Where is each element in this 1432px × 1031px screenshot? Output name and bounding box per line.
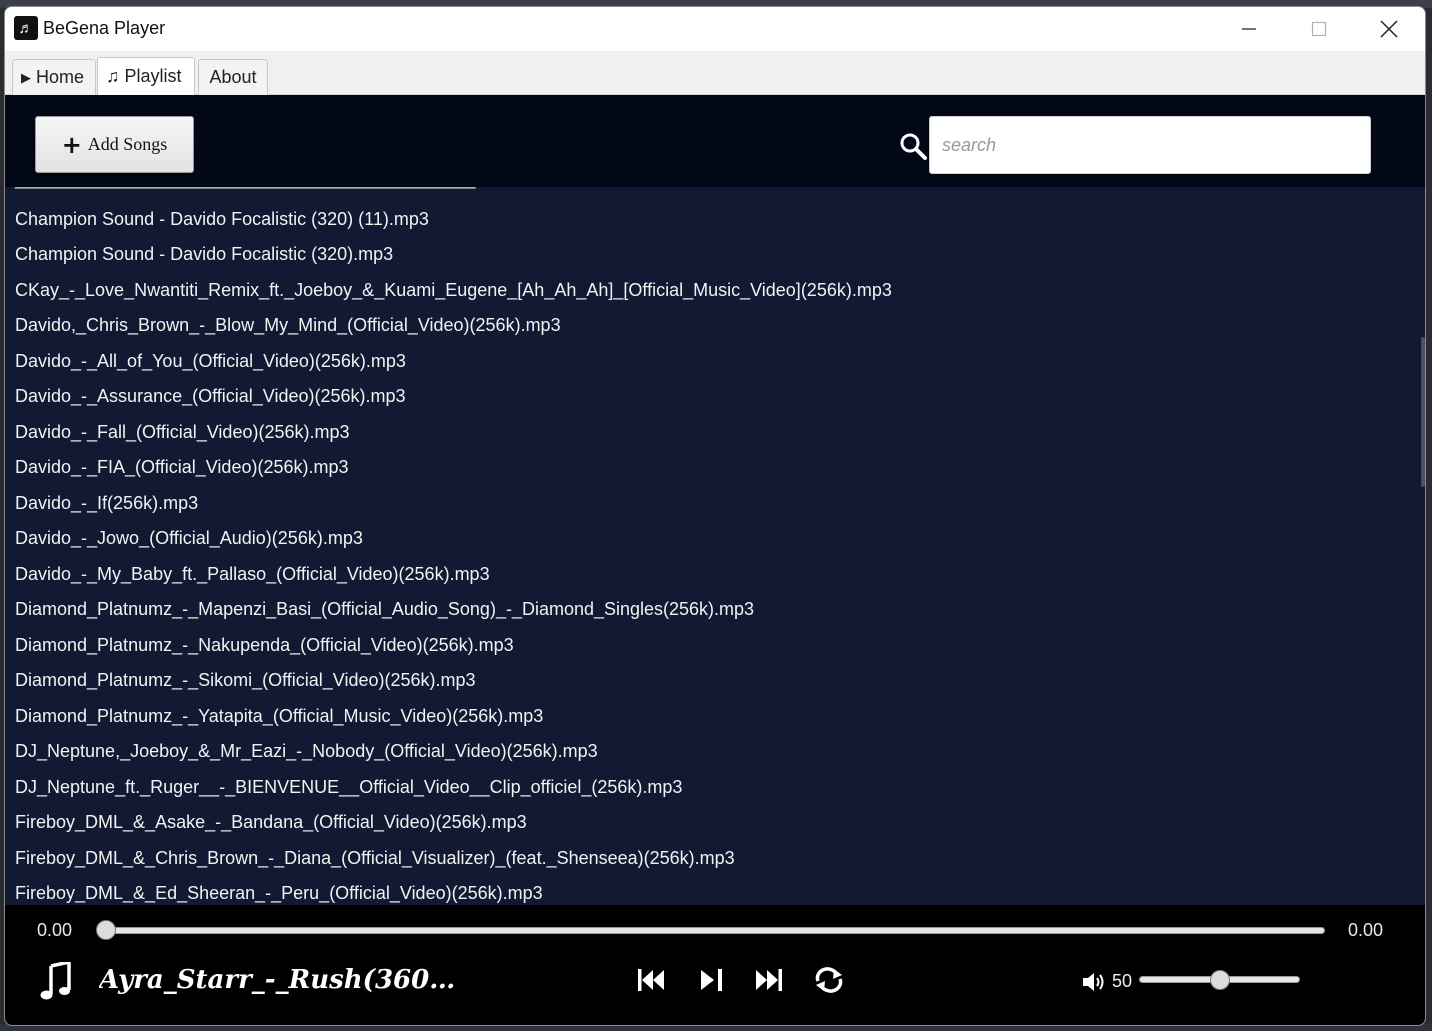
now-playing-title: Ayra_Starr_-_Rush(360p)_... — [99, 965, 469, 995]
playlist-toolbar: + Add Songs — [5, 95, 1425, 187]
list-item[interactable]: Davido_-_My_Baby_ft._Pallaso_(Official_V… — [15, 559, 490, 589]
list-item[interactable]: DJ_Neptune_ft._Ruger__-_BIENVENUE__Offic… — [15, 772, 682, 802]
add-songs-button[interactable]: + Add Songs — [35, 116, 194, 173]
next-track-button[interactable] — [753, 965, 785, 995]
volume-slider-handle[interactable] — [1209, 970, 1230, 990]
list-item[interactable]: Davido_-_If(256k).mp3 — [15, 488, 198, 518]
add-songs-label: Add Songs — [87, 134, 168, 154]
list-item[interactable]: Diamond_Platnumz_-_Sikomi_(Official_Vide… — [15, 665, 476, 695]
tab-home-label: Home — [36, 67, 85, 87]
music-notes-icon: ♫ — [106, 66, 120, 86]
search-icon — [900, 133, 927, 160]
app-window: ♬ BeGena Player ▶ Home ♫ Playlist About … — [4, 6, 1426, 1026]
music-note-icon: ♬ — [14, 16, 38, 40]
tab-bar: ▶ Home ♫ Playlist About — [5, 51, 1425, 95]
list-item[interactable]: Davido_-_Assurance_(Official_Video)(256k… — [15, 381, 406, 411]
list-item[interactable]: Davido_-_All_of_You_(Official_Video)(256… — [15, 346, 406, 376]
list-item[interactable]: Champion Sound - Davido Focalistic (320)… — [15, 204, 429, 234]
list-item[interactable]: Diamond_Platnumz_-_Nakupenda_(Official_V… — [15, 630, 514, 660]
list-item[interactable]: Diamond_Platnumz_-_Mapenzi_Basi_(Officia… — [15, 594, 754, 624]
list-item[interactable]: Davido_-_Fall_(Official_Video)(256k).mp3 — [15, 417, 350, 447]
maximize-button[interactable] — [1285, 7, 1353, 51]
tab-about-label: About — [209, 67, 257, 87]
list-item[interactable]: Davido,_Chris_Brown_-_Blow_My_Mind_(Offi… — [15, 310, 561, 340]
partial-list-item: ________________________________________… — [15, 187, 476, 189]
plus-icon: + — [61, 130, 82, 159]
volume-icon[interactable] — [1081, 971, 1107, 993]
close-icon — [1380, 20, 1398, 38]
tab-about[interactable]: About — [198, 59, 268, 95]
music-note-icon — [40, 962, 71, 1000]
play-icon: ▶ — [21, 69, 31, 85]
list-item[interactable]: CKay_-_Love_Nwantiti_Remix_ft._Joeboy_&_… — [15, 275, 892, 305]
close-button[interactable] — [1355, 7, 1423, 51]
minimize-button[interactable] — [1215, 7, 1283, 51]
list-item[interactable]: Fireboy_DML_&_Asake_-_Bandana_(Official_… — [15, 807, 527, 837]
previous-track-button[interactable] — [635, 965, 667, 995]
repeat-button[interactable] — [813, 965, 845, 995]
progress-slider-handle[interactable] — [96, 920, 116, 940]
tab-playlist-label: Playlist — [124, 66, 182, 86]
playlist-list[interactable]: ________________________________________… — [5, 187, 1419, 905]
tab-playlist[interactable]: ♫ Playlist — [97, 57, 195, 95]
list-item[interactable]: Fireboy_DML_&_Chris_Brown_-_Diana_(Offic… — [15, 843, 735, 873]
scrollbar-thumb[interactable] — [1421, 337, 1425, 487]
progress-slider[interactable] — [104, 927, 1325, 934]
list-item[interactable]: Diamond_Platnumz_-_Yatapita_(Official_Mu… — [15, 701, 543, 731]
volume-value: 50 — [1112, 971, 1133, 991]
search-input[interactable] — [929, 116, 1371, 174]
elapsed-time: 0.00 — [37, 920, 73, 940]
maximize-icon — [1311, 21, 1327, 37]
title-bar: ♬ BeGena Player — [5, 7, 1425, 51]
list-item[interactable]: Fireboy_DML_&_Ed_Sheeran_-_Peru_(Officia… — [15, 878, 543, 905]
player-bar: 0.00 0.00 Ayra_Starr_-_Rush(360p)_... 50 — [5, 905, 1425, 1025]
playlist-scrollbar[interactable] — [1419, 187, 1425, 905]
list-item[interactable]: Champion Sound - Davido Focalistic (320)… — [15, 239, 393, 269]
minimize-icon — [1242, 28, 1256, 30]
window-title: BeGena Player — [43, 18, 166, 38]
list-item[interactable]: Davido_-_FIA_(Official_Video)(256k).mp3 — [15, 452, 349, 482]
play-pause-button[interactable] — [697, 965, 729, 995]
total-time: 0.00 — [1348, 920, 1384, 940]
list-item[interactable]: Davido_-_Jowo_(Official_Audio)(256k).mp3 — [15, 523, 363, 553]
list-item[interactable]: DJ_Neptune,_Joeboy_&_Mr_Eazi_-_Nobody_(O… — [15, 736, 598, 766]
tab-home[interactable]: ▶ Home — [12, 59, 96, 95]
